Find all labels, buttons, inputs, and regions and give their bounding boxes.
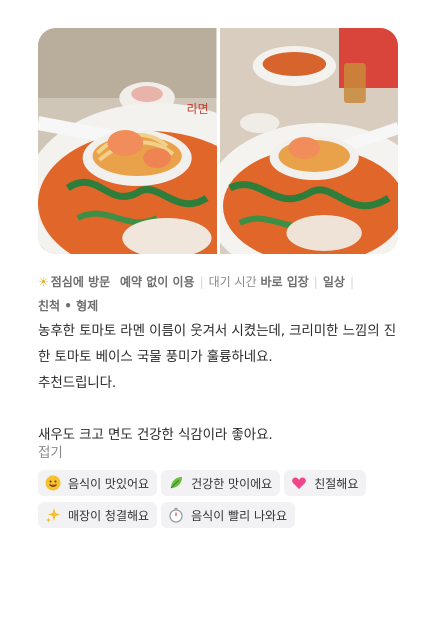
review-photo-gallery[interactable]: 라면 xyxy=(38,28,398,254)
review-photo-2[interactable] xyxy=(219,28,398,254)
wait-value: 바로 입장 xyxy=(260,275,309,289)
svg-text:라면: 라면 xyxy=(187,102,209,116)
review-line: 새우도 크고 면도 건강한 식감이라 좋아요. xyxy=(38,427,273,443)
visit-info: ☀ 점심에 방문 예약 없이 이용 | 대기 시간 바로 입장 | 일상 | 친척 • 형제 xyxy=(38,270,398,318)
review-line: 농후한 토마토 라멘 이름이 웃겨서 시켰는데, 크리미한 느낌의 진한 토마토… xyxy=(38,323,397,365)
tag-label: 음식이 빨리 나와요 xyxy=(191,508,288,523)
wait-label: 대기 시간 xyxy=(208,275,257,289)
tag-label: 매장이 청결해요 xyxy=(68,508,150,523)
visit-time: 점심에 방문 xyxy=(50,275,111,289)
companion: 친척 • 형제 xyxy=(38,299,99,313)
tag-label: 건강한 맛이에요 xyxy=(191,476,273,491)
keyword-tags: 음식이 맛있어요 건강한 맛이에요 친절해요 매장이 청결해요 음식이 빨리 나… xyxy=(38,470,398,528)
review-text: 농후한 토마토 라멘 이름이 웃겨서 시켰는데, 크리미한 느낌의 진한 토마토… xyxy=(38,318,400,448)
review-line: 추천드립니다. xyxy=(38,375,117,391)
reservation-info: 예약 없이 이용 xyxy=(119,275,195,289)
divider: | xyxy=(199,275,204,289)
tag-tasty: 음식이 맛있어요 xyxy=(38,470,158,496)
sparkle-icon xyxy=(44,506,62,524)
tag-label: 친절해요 xyxy=(314,476,359,491)
yum-face-icon xyxy=(44,474,62,492)
stopwatch-icon xyxy=(167,506,185,524)
tag-kind: 친절해요 xyxy=(284,470,367,496)
fold-button[interactable]: 접기 xyxy=(38,441,63,461)
divider: | xyxy=(313,275,318,289)
heart-icon xyxy=(290,474,308,492)
visit-purpose: 일상 xyxy=(322,275,345,289)
review-photo-1[interactable]: 라면 xyxy=(38,28,217,254)
tag-clean: 매장이 청결해요 xyxy=(38,502,158,528)
tag-healthy: 건강한 맛이에요 xyxy=(161,470,281,496)
leaf-icon xyxy=(167,474,185,492)
sun-icon: ☀ xyxy=(38,275,49,289)
tag-fast: 음식이 빨리 나와요 xyxy=(161,502,296,528)
tag-label: 음식이 맛있어요 xyxy=(68,476,150,491)
divider: | xyxy=(349,275,354,289)
